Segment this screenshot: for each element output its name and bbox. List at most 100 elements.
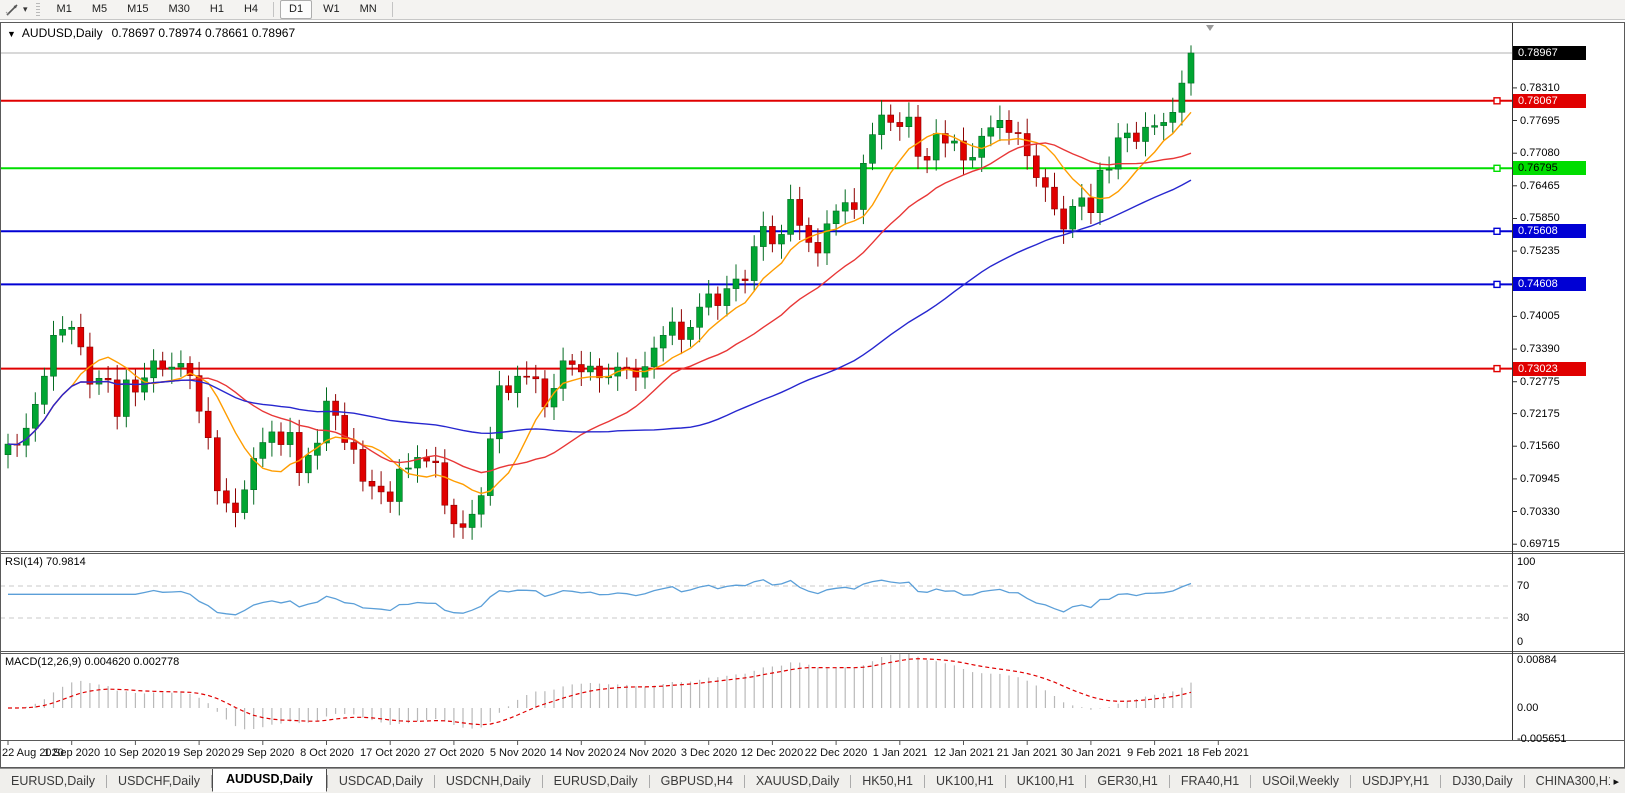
tab-xauusd-daily[interactable]: XAUUSD,Daily	[745, 771, 850, 792]
price-axis-tick-label: 0.77695	[1520, 115, 1560, 127]
tab-gbpusd-h4[interactable]: GBPUSD,H4	[650, 771, 744, 792]
current-price-box: 0.78967	[1513, 46, 1586, 60]
macd-axis-label: 0.00	[1517, 702, 1538, 714]
timeframe-button-m30[interactable]: M30	[160, 0, 199, 19]
level-price-box[interactable]: 0.76795	[1513, 161, 1586, 175]
tab-usdcnh-daily[interactable]: USDCNH,Daily	[435, 771, 542, 792]
rsi-line	[8, 580, 1191, 615]
caret-down-icon: ▾	[23, 4, 28, 15]
rsi-axis-label: 70	[1517, 580, 1529, 592]
macd-axis-label: 0.00884	[1517, 654, 1557, 666]
price-axis-tick-label: 0.74005	[1520, 310, 1560, 322]
symbol-dropdown-icon[interactable]: ▼	[7, 29, 16, 39]
level-price-box[interactable]: 0.73023	[1513, 362, 1586, 376]
timeframe-button-d1[interactable]: D1	[280, 0, 312, 19]
candlesticks	[5, 45, 1194, 539]
timeframe-button-m5[interactable]: M5	[83, 0, 116, 19]
rsi-pane	[0, 580, 1512, 618]
timeframe-button-m1[interactable]: M1	[48, 0, 81, 19]
date-axis-label: 5 Nov 2020	[490, 747, 546, 759]
price-axis-tick-label: 0.77080	[1520, 147, 1560, 159]
tab-dj30-daily[interactable]: DJ30,Daily	[1441, 771, 1523, 792]
toolbar-separator	[273, 2, 274, 17]
date-axis-label: 19 Sep 2020	[168, 747, 230, 759]
date-axis-label: 3 Dec 2020	[681, 747, 737, 759]
price-axis-tick-label: 0.76465	[1520, 180, 1560, 192]
level-price-box[interactable]: 0.74608	[1513, 277, 1586, 291]
date-axis-label: 27 Oct 2020	[424, 747, 484, 759]
timeframe-button-h4[interactable]: H4	[235, 0, 267, 19]
chart-canvas	[0, 20, 1625, 768]
chart-ohlc-values: 0.78697 0.78974 0.78661 0.78967	[112, 26, 296, 40]
mt4-window: ▾ M1M5M15M30H1H4 D1W1MN ▼ AUDUSD,Daily 0.78…	[0, 0, 1625, 793]
price-axis-tick-label: 0.72175	[1520, 408, 1560, 420]
price-axis-tick-label: 0.71560	[1520, 440, 1560, 452]
timeframe-button-w1[interactable]: W1	[314, 0, 349, 19]
rsi-axis-label: 100	[1517, 556, 1535, 568]
chart-window[interactable]: ▼ AUDUSD,Daily 0.78697 0.78974 0.78661 0.7…	[0, 20, 1625, 768]
tab-audusd-daily[interactable]: AUDUSD,Daily	[212, 768, 327, 792]
crosshair-icon	[4, 2, 20, 18]
level-line-handle[interactable]	[1494, 281, 1500, 287]
pane-borders	[0, 23, 1625, 768]
tab-hk50-h1[interactable]: HK50,H1	[851, 771, 924, 792]
rsi-axis-label: 0	[1517, 636, 1523, 648]
rsi-indicator-label: RSI(14) 70.9814	[5, 556, 86, 568]
price-pane	[0, 25, 1512, 540]
price-axis-tick-label: 0.70945	[1520, 473, 1560, 485]
chart-symbol-period: AUDUSD,Daily	[22, 26, 103, 40]
level-price-box[interactable]: 0.78067	[1513, 94, 1586, 108]
date-axis-label: 9 Feb 2021	[1127, 747, 1183, 759]
timeframe-buttons: M1M5M15M30H1H4 D1W1MN	[47, 0, 398, 19]
tab-eurusd-daily[interactable]: EURUSD,Daily	[543, 771, 649, 792]
chart-shift-marker[interactable]	[1206, 25, 1214, 31]
level-line-handle[interactable]	[1494, 165, 1500, 171]
chart-title: ▼ AUDUSD,Daily 0.78697 0.78974 0.78661 0.7…	[7, 26, 295, 40]
toolbar-separator	[392, 2, 393, 17]
price-axis-tick-label: 0.69715	[1520, 538, 1560, 550]
tab-usoil-weekly[interactable]: USOil,Weekly	[1251, 771, 1350, 792]
level-line-handle[interactable]	[1494, 98, 1500, 104]
price-axis-tick-label: 0.75235	[1520, 245, 1560, 257]
level-line-handle[interactable]	[1494, 366, 1500, 372]
level-line-handle[interactable]	[1494, 228, 1500, 234]
tab-usdchf-daily[interactable]: USDCHF,Daily	[107, 771, 211, 792]
tab-usdcad-daily[interactable]: USDCAD,Daily	[328, 771, 434, 792]
timeframe-toolbar: ▾ M1M5M15M30H1H4 D1W1MN	[0, 0, 1625, 20]
tab-uk100-h1[interactable]: UK100,H1	[925, 771, 1005, 792]
level-price-box[interactable]: 0.75608	[1513, 224, 1586, 238]
tab-eurusd-daily[interactable]: EURUSD,Daily	[0, 771, 106, 792]
toolbar-grip[interactable]	[36, 3, 40, 17]
date-axis-label: 8 Oct 2020	[300, 747, 354, 759]
price-axis-tick-label: 0.70330	[1520, 506, 1560, 518]
date-axis-label: 22 Dec 2020	[805, 747, 867, 759]
rsi-axis-label: 30	[1517, 612, 1529, 624]
date-axis-label: 1 Jan 2021	[873, 747, 927, 759]
date-axis-label: 21 Jan 2021	[997, 747, 1058, 759]
timeframe-button-mn[interactable]: MN	[351, 0, 386, 19]
slow-ma-line	[8, 180, 1191, 445]
timeframe-button-h1[interactable]: H1	[201, 0, 233, 19]
date-axis-label: 17 Oct 2020	[360, 747, 420, 759]
tab-ger30-h1[interactable]: GER30,H1	[1086, 771, 1168, 792]
tab-usdjpy-h1[interactable]: USDJPY,H1	[1351, 771, 1440, 792]
date-axis-label: 18 Feb 2021	[1187, 747, 1249, 759]
date-axis-label: 24 Nov 2020	[614, 747, 676, 759]
crosshair-tool-button[interactable]: ▾	[0, 1, 32, 19]
macd-pane	[8, 653, 1191, 729]
macd-indicator-label: MACD(12,26,9) 0.004620 0.002778	[5, 656, 179, 668]
timeframe-button-m15[interactable]: M15	[118, 0, 157, 19]
price-axis-tick-label: 0.73390	[1520, 343, 1560, 355]
macd-axis-label: -0.005651	[1517, 733, 1567, 745]
date-axis-label: 30 Jan 2021	[1061, 747, 1122, 759]
symbol-tabbar: EURUSD,DailyUSDCHF,DailyAUDUSD,DailyUSDC…	[0, 768, 1625, 793]
tab-uk100-h1[interactable]: UK100,H1	[1006, 771, 1086, 792]
mid-ma-line	[8, 143, 1191, 473]
tabs-scroll-right-icon[interactable]: ▸	[1610, 775, 1622, 788]
date-axis-label: 29 Sep 2020	[232, 747, 294, 759]
tab-fra40-h1[interactable]: FRA40,H1	[1170, 771, 1250, 792]
date-axis-label: 14 Nov 2020	[550, 747, 612, 759]
date-axis-label: 12 Dec 2020	[741, 747, 803, 759]
date-axis-label: 1 Sep 2020	[44, 747, 100, 759]
fast-ma-line	[8, 112, 1191, 493]
